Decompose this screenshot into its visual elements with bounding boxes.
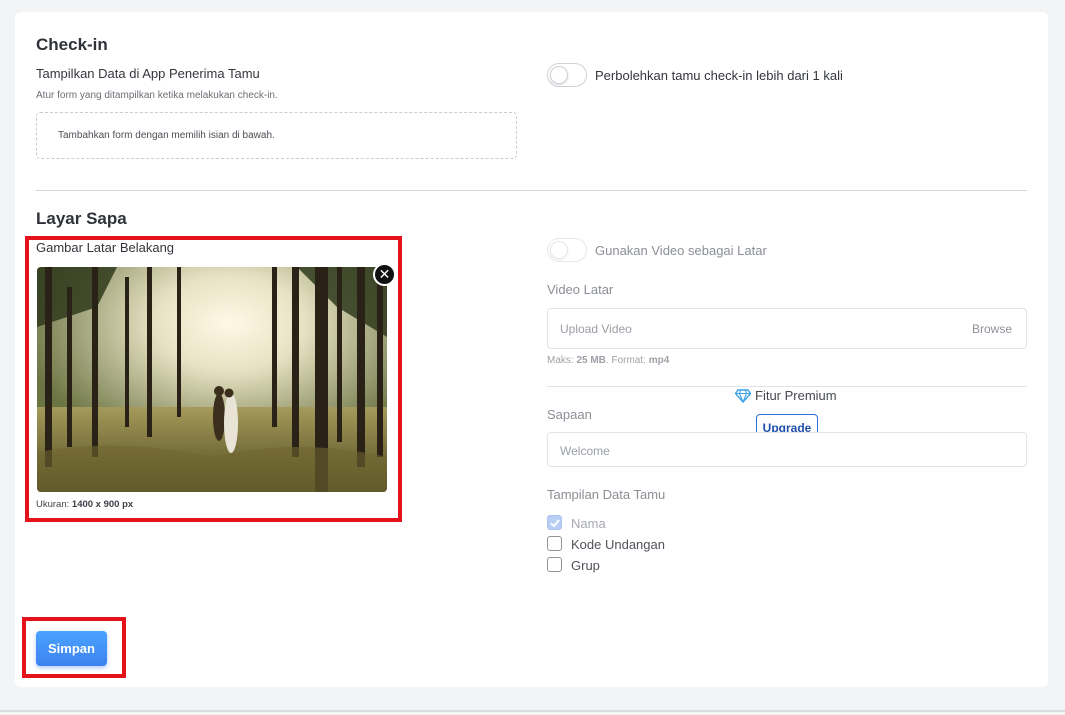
checkbox-kode-undangan[interactable] <box>547 536 562 551</box>
format-value: mp4 <box>648 355 670 366</box>
checkbox-nama[interactable] <box>547 515 562 530</box>
max-value: 25 MB <box>576 355 606 366</box>
toggle-knob <box>550 241 568 259</box>
video-help: Maks: 25 MB. Format: mp4 <box>547 355 669 366</box>
max-prefix: Maks: <box>547 355 577 366</box>
close-icon: ✕ <box>378 266 391 282</box>
display-data-label: Tampilkan Data di App Penerima Tamu <box>36 66 260 81</box>
greeting-input[interactable]: Welcome <box>547 432 1027 467</box>
size-prefix: Ukuran: <box>36 499 72 510</box>
format-prefix: . Format: <box>605 355 649 366</box>
forest-couple-image <box>37 267 387 492</box>
browse-button[interactable]: Browse <box>972 322 1012 336</box>
premium-label: Fitur Premium <box>755 388 837 403</box>
save-button[interactable]: Simpan <box>36 631 107 666</box>
check-icon <box>550 519 560 528</box>
video-upload-field[interactable]: Upload Video Browse <box>547 308 1027 349</box>
use-video-toggle[interactable] <box>547 238 587 262</box>
page-bottom-border <box>0 710 1065 712</box>
size-value: 1400 x 900 px <box>71 499 134 510</box>
dropzone-text: Tambahkan form dengan memilih isian di b… <box>58 130 275 141</box>
checkbox-label-kode-undangan: Kode Undangan <box>571 537 665 552</box>
background-image-preview[interactable] <box>37 267 387 492</box>
layar-sapa-section-title: Layar Sapa <box>36 209 127 228</box>
checkbox-grup[interactable] <box>547 557 562 572</box>
diamond-icon <box>735 388 751 403</box>
toggle-knob <box>550 66 568 84</box>
section-divider <box>36 190 1027 191</box>
bg-image-label: Gambar Latar Belakang <box>36 240 175 255</box>
guest-data-label: Tampilan Data Tamu <box>547 487 666 502</box>
remove-image-button[interactable]: ✕ <box>373 263 396 286</box>
display-data-help: Atur form yang ditampilkan ketika melaku… <box>36 90 278 101</box>
multi-checkin-label: Perbolehkan tamu check-in lebih dari 1 k… <box>595 68 843 83</box>
checkbox-label-nama: Nama <box>571 516 606 531</box>
use-video-label: Gunakan Video sebagai Latar <box>595 243 767 258</box>
premium-badge: Fitur Premium <box>735 388 837 403</box>
premium-divider <box>547 386 1027 387</box>
multi-checkin-toggle[interactable] <box>547 63 587 87</box>
upload-placeholder: Upload Video <box>560 322 632 336</box>
checkin-section-title: Check-in <box>36 35 108 54</box>
image-size-info: Ukuran: 1400 x 900 px <box>36 499 133 510</box>
checkbox-label-grup: Grup <box>571 558 600 573</box>
greeting-label: Sapaan <box>547 407 592 422</box>
video-label: Video Latar <box>547 282 614 297</box>
form-dropzone[interactable]: Tambahkan form dengan memilih isian di b… <box>36 112 517 159</box>
greeting-placeholder: Welcome <box>560 444 610 458</box>
